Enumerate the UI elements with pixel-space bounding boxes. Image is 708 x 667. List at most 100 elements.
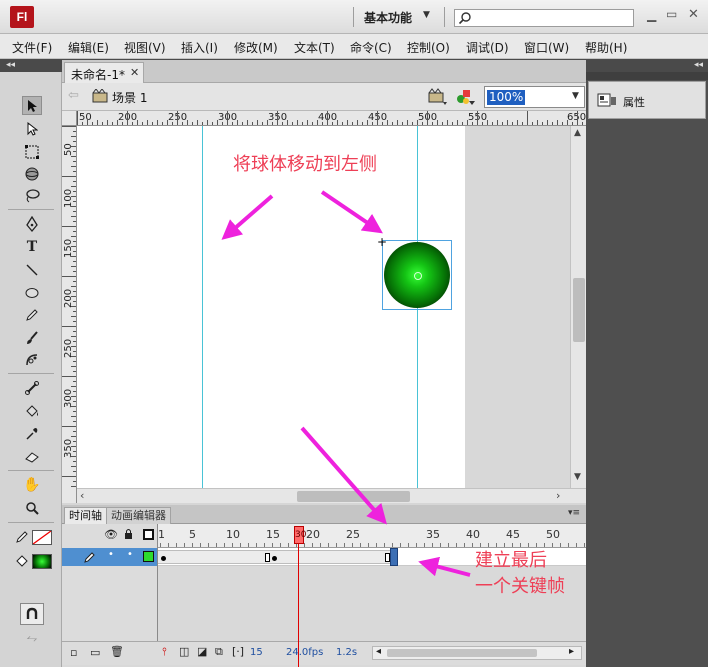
collapse-right-icon[interactable]: ◂◂ [694,59,703,71]
panel-menu-icon[interactable]: ▾≡ [568,508,580,518]
menu-file[interactable]: 文件(F) [12,39,52,56]
bone-tool-icon[interactable] [22,378,42,397]
tab-motion-editor[interactable]: 动画编辑器 [106,507,171,524]
smooth-icon[interactable]: ⥊ [22,628,42,647]
pen-tool-icon[interactable] [22,214,42,233]
fill-color-swatch[interactable] [32,554,52,569]
menu-text[interactable]: 文本(T) [294,39,335,56]
keyframe[interactable] [272,556,277,561]
chevron-down-icon[interactable]: ▼ [572,91,579,101]
back-arrow-icon[interactable]: ⇦ [68,88,79,103]
menu-insert[interactable]: 插入(I) [181,39,218,56]
stage-vertical-scrollbar[interactable]: ▲ ▼ [570,126,586,488]
minimize-icon[interactable]: ▁ [647,8,656,22]
menu-window[interactable]: 窗口(W) [524,39,569,56]
snap-to-objects-icon[interactable] [20,603,44,625]
lasso-tool-icon[interactable] [22,186,42,205]
chevron-left-icon[interactable]: ◂ [376,646,381,657]
workspace-switcher[interactable]: 基本功能 [364,9,412,26]
frame-end[interactable] [265,553,270,562]
selected-keyframe[interactable] [390,548,398,566]
lock-icon[interactable] [124,528,133,542]
pasteboard[interactable]: 将球体移动到左侧 + [77,126,570,488]
frame-ruler[interactable]: 1 5 10 15 20 25 30 35 40 45 50 [158,524,586,548]
menu-commands[interactable]: 命令(C) [350,39,392,56]
guide-line[interactable] [202,126,203,488]
scene-label[interactable]: 场景 1 [112,89,147,106]
ruler-tick [73,251,76,252]
fps-readout[interactable]: 24.0fps [286,647,323,658]
chevron-right-icon[interactable]: ▸ [569,646,574,657]
document-tab[interactable]: 未命名-1* ✕ [64,62,144,83]
maximize-icon[interactable]: ▭ [666,7,677,21]
chevron-left-icon[interactable]: ‹ [80,489,84,502]
properties-button[interactable]: 属性 [588,81,706,119]
search-input[interactable] [454,9,634,27]
chevron-right-icon[interactable]: › [556,489,560,502]
menu-help[interactable]: 帮助(H) [585,39,627,56]
edit-scene-icon[interactable] [428,88,448,106]
deco-tool-icon[interactable] [22,350,42,369]
eye-icon[interactable]: 👁 [104,528,118,541]
stage[interactable]: 将球体移动到左侧 + [77,126,465,488]
scrollbar-thumb[interactable] [387,649,537,657]
pencil-tool-icon[interactable] [22,305,42,324]
oval-tool-icon[interactable] [22,283,42,302]
paint-bucket-tool-icon[interactable] [22,401,42,420]
subselection-tool-icon[interactable] [22,119,42,138]
ruler-tick [71,286,76,287]
edit-symbol-icon[interactable] [455,88,477,106]
chevron-down-icon[interactable]: ▼ [574,472,581,482]
close-icon[interactable]: ✕ [130,66,139,79]
text-tool-icon[interactable]: T [22,237,42,256]
ball-symbol[interactable] [382,240,452,310]
tab-timeline[interactable]: 时间轴 [64,507,107,524]
3d-rotation-tool-icon[interactable] [22,164,42,183]
onion-markers-icon[interactable]: [·] [232,645,244,658]
timeline-horizontal-scrollbar[interactable]: ◂ ▸ [372,646,582,660]
stroke-color-swatch[interactable] [32,530,52,545]
menu-control[interactable]: 控制(O) [407,39,450,56]
brush-tool-icon[interactable] [22,328,42,347]
outline-icon[interactable] [143,529,154,540]
chevron-down-icon[interactable]: ▼ [423,10,430,20]
menu-modify[interactable]: 修改(M) [234,39,278,56]
time-readout[interactable]: 1.2s [336,647,357,658]
scrollbar-thumb[interactable] [573,278,585,342]
menu-debug[interactable]: 调试(D) [466,39,509,56]
playhead[interactable]: 30 [294,526,306,544]
eraser-tool-icon[interactable] [22,447,42,466]
hand-tool-icon[interactable]: ✋ [22,475,42,494]
frame-tick [496,543,497,547]
new-layer-icon[interactable]: ▫ [70,646,77,659]
menu-edit[interactable]: 编辑(E) [68,39,109,56]
zoom-select[interactable]: 100% ▼ [484,86,585,108]
center-frame-icon[interactable]: ⫯ [162,645,167,659]
visibility-dot[interactable]: • [108,549,114,560]
menu-view[interactable]: 视图(V) [124,39,166,56]
selection-tool-icon[interactable] [22,96,42,115]
onion-outline-icon[interactable]: ◪ [197,645,207,658]
lock-dot[interactable]: • [127,549,133,560]
ball[interactable] [384,242,450,308]
free-transform-tool-icon[interactable] [22,142,42,161]
new-folder-icon[interactable]: ▭ [90,646,100,659]
edit-multiple-icon[interactable]: ⧉ [215,645,223,659]
stroke-color-icon[interactable] [12,527,32,546]
transform-point[interactable] [414,272,422,280]
layer-row[interactable]: • • [62,548,158,566]
keyframe[interactable] [161,556,166,561]
close-icon[interactable]: ✕ [688,7,699,22]
collapse-left-icon[interactable]: ◂◂ [6,59,15,71]
zoom-tool-icon[interactable] [22,498,42,517]
fill-color-icon[interactable] [12,551,32,570]
scrollbar-thumb[interactable] [297,491,410,502]
delete-icon[interactable]: 🗑 [110,645,124,658]
layer-outline-color[interactable] [143,551,154,562]
stage-horizontal-scrollbar[interactable]: ‹ › [62,488,586,503]
eyedropper-tool-icon[interactable] [22,424,42,443]
chevron-up-icon[interactable]: ▲ [574,128,581,138]
current-frame-readout[interactable]: 15 [250,647,263,658]
onion-skin-icon[interactable]: ◫ [179,645,189,658]
line-tool-icon[interactable] [22,260,42,279]
